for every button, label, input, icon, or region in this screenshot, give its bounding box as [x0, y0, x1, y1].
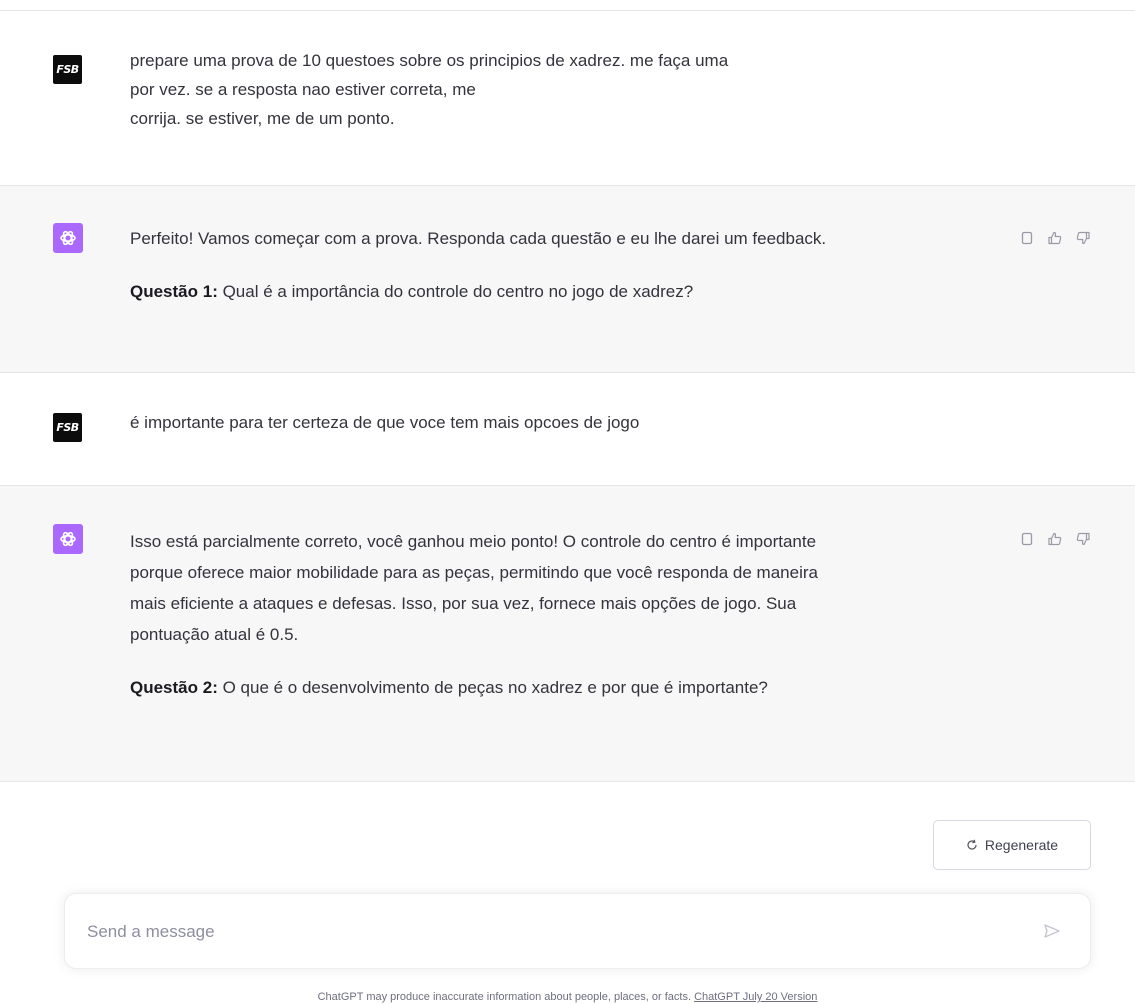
- message-line: é importante para ter certeza de que voc…: [130, 413, 640, 432]
- user-message: FSB é importante para ter certeza de que…: [0, 373, 1135, 485]
- message-composer: [64, 893, 1091, 969]
- user-avatar-text: FSB: [56, 421, 79, 434]
- message-paragraph: Perfeito! Vamos começar com a prova. Res…: [130, 229, 827, 248]
- user-avatar-text: FSB: [56, 63, 79, 76]
- assistant-avatar: [53, 223, 83, 253]
- message-line: mais eficiente a ataques e defesas. Isso…: [130, 594, 797, 613]
- message-line: pontuação atual é 0.5.: [130, 625, 299, 644]
- thumbs-up-icon[interactable]: [1047, 230, 1063, 246]
- question-label: Questão 1:: [130, 282, 218, 301]
- user-avatar: FSB: [53, 55, 82, 84]
- message-line: porque oferece maior mobilidade para as …: [130, 563, 818, 582]
- question-paragraph: Questão 1: Qual é a importância do contr…: [130, 277, 1000, 306]
- message-line: Isso está parcialmente correto, você gan…: [130, 532, 817, 551]
- assistant-message-text: Perfeito! Vamos começar com a prova. Res…: [130, 224, 1000, 306]
- user-message-text: prepare uma prova de 10 questoes sobre o…: [130, 46, 1000, 133]
- top-divider: [0, 10, 1135, 11]
- footer-disclaimer: ChatGPT may produce inaccurate informati…: [0, 990, 1135, 1004]
- regenerate-button[interactable]: Regenerate: [933, 820, 1091, 870]
- disclaimer-text: ChatGPT may produce inaccurate informati…: [317, 991, 695, 1003]
- question-text: Qual é a importância do controle do cent…: [217, 282, 694, 301]
- message-actions: [1019, 531, 1091, 547]
- message-input[interactable]: [87, 918, 987, 946]
- thumbs-down-icon[interactable]: [1075, 230, 1091, 246]
- question-text: O que é o desenvolvimento de peças no xa…: [217, 678, 768, 697]
- question-paragraph: Questão 2: O que é o desenvolvimento de …: [130, 672, 1000, 703]
- openai-logo-icon: [60, 230, 76, 246]
- message-line: prepare uma prova de 10 questoes sobre o…: [130, 51, 729, 70]
- thumbs-up-icon[interactable]: [1047, 531, 1063, 547]
- version-link[interactable]: ChatGPT July 20 Version: [694, 991, 817, 1003]
- assistant-message-text: Isso está parcialmente correto, você gan…: [130, 526, 1000, 703]
- assistant-message: Perfeito! Vamos começar com a prova. Res…: [0, 185, 1135, 373]
- assistant-message: Isso está parcialmente correto, você gan…: [0, 485, 1135, 782]
- message-actions: [1019, 230, 1091, 246]
- message-line: por vez. se a resposta nao estiver corre…: [130, 80, 476, 99]
- copy-icon[interactable]: [1019, 531, 1035, 547]
- refresh-icon: [967, 839, 977, 850]
- user-message-text: é importante para ter certeza de que voc…: [130, 408, 1000, 437]
- assistant-avatar: [53, 524, 83, 554]
- question-label: Questão 2:: [130, 678, 218, 697]
- regenerate-label: Regenerate: [984, 837, 1059, 853]
- user-avatar: FSB: [53, 413, 82, 442]
- thumbs-down-icon[interactable]: [1075, 531, 1091, 547]
- openai-logo-icon: [60, 531, 76, 547]
- send-icon[interactable]: [1043, 922, 1061, 940]
- user-message: FSB prepare uma prova de 10 questoes sob…: [0, 30, 1135, 185]
- message-line: corrija. se estiver, me de um ponto.: [130, 109, 395, 128]
- copy-icon[interactable]: [1019, 230, 1035, 246]
